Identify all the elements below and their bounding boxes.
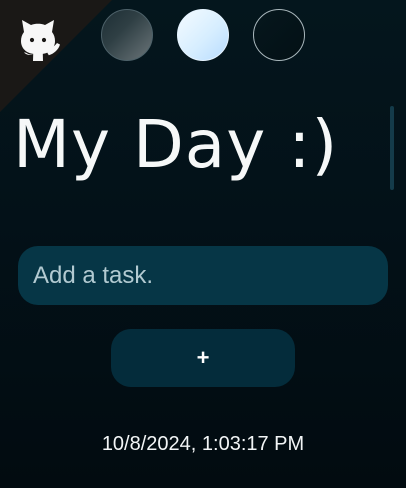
title-container: My Day :) [0,106,406,198]
theme-switch-2[interactable] [177,9,229,61]
github-octocat-icon [21,20,60,61]
theme-switch-3[interactable] [253,9,305,61]
title-scrollbar[interactable] [390,106,394,190]
task-input[interactable] [18,246,388,305]
datetime-display: 10/8/2024, 1:03:17 PM [101,433,305,455]
theme-switch-1[interactable] [101,9,153,61]
add-task-button[interactable]: + [111,329,295,387]
page-title: My Day :) [13,106,339,183]
github-link[interactable] [12,15,64,67]
